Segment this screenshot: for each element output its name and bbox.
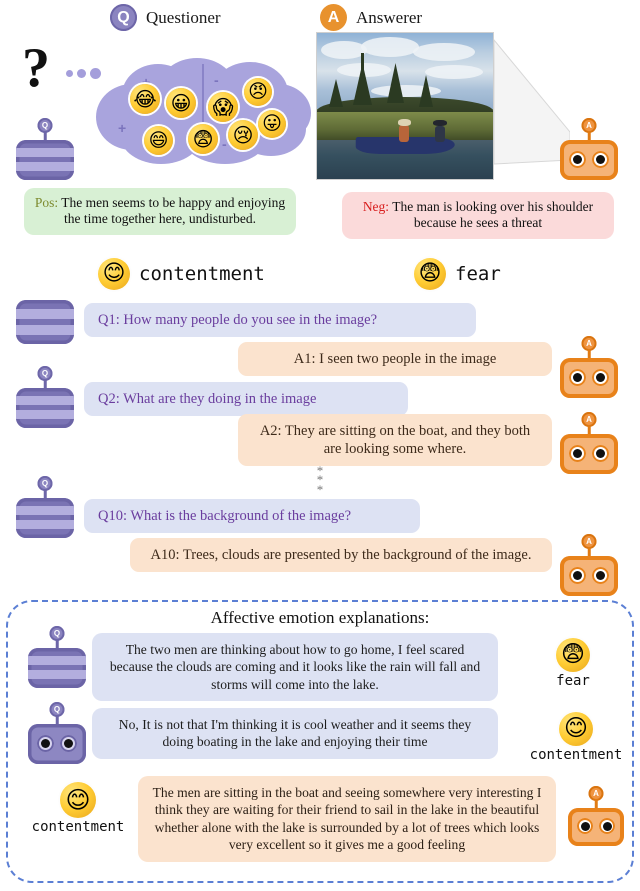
smiling-content-face-icon: 😊 (60, 782, 96, 818)
robot-body (28, 724, 86, 764)
questioner-avatar: Q (16, 366, 74, 428)
questioner-role-label: Questioner (146, 7, 221, 27)
painting-figure-rear (435, 126, 445, 142)
affective-emotion-1: 😨 fear (540, 638, 606, 689)
robot-body (568, 808, 624, 846)
robot-eye (592, 151, 609, 168)
smiling-content-face-icon: 😊 (559, 712, 593, 746)
robot-body (28, 648, 86, 688)
robot-eye (60, 735, 77, 752)
surprised-face-icon: 😨 (188, 124, 218, 154)
robot-body (560, 358, 618, 398)
affective-emotion-1-label: fear (556, 673, 590, 689)
affective-explanation-2: No, It is not that I'm thinking it is co… (92, 708, 498, 759)
angry-face-icon: 😠 (244, 78, 272, 106)
right-emotion-label: 😨 fear (414, 258, 501, 290)
answerer-avatar: A (560, 336, 618, 398)
answerer-avatar: A (560, 534, 618, 596)
robot-eye (577, 818, 593, 834)
robot-body (16, 388, 74, 428)
role-header: Q Questioner A Answerer (0, 2, 640, 32)
negative-sentiment-bubble: Neg: The man is looking over his shoulde… (342, 192, 614, 239)
questioner-badge-icon: Q (110, 4, 137, 31)
robot-body (560, 434, 618, 474)
dialogue-answer-2: A2: They are sitting on the boat, and th… (238, 414, 552, 467)
left-emotion-text: contentment (139, 263, 265, 285)
painting-cloud (425, 65, 483, 79)
painting-cloud (361, 37, 419, 57)
laughing-face-icon: 😂 (130, 84, 160, 114)
dialogue-ellipsis: * * * (316, 463, 324, 497)
negative-sign: - (222, 136, 227, 152)
questioner-avatar: Q (16, 118, 74, 180)
robot-body (560, 556, 618, 596)
emotion-thought-cloud: + + + + - - - - 😂 😀 😄 😨 😱 😠 😛 😢 (96, 58, 311, 166)
dialogue-question-10: Q10: What is the background of the image… (84, 499, 420, 534)
source-image-painting (316, 32, 494, 180)
questioner-avatar: Q (16, 476, 74, 538)
questioner-role-badge: Q Questioner (110, 4, 221, 31)
image-pointer-lines (494, 39, 570, 165)
sad-crying-face-icon: 😢 (228, 120, 258, 150)
affective-emotion-3: 😊 contentment (22, 782, 134, 835)
affective-emotion-2: 😊 contentment (524, 712, 628, 763)
fearful-face-icon: 😨 (414, 258, 446, 290)
robot-eye (592, 567, 609, 584)
answerer-avatar: A (560, 412, 618, 474)
robot-eye (599, 818, 615, 834)
robot-body (16, 300, 74, 344)
questioner-avatar: Q (28, 626, 86, 688)
robot-eye (592, 369, 609, 386)
robot-body (16, 140, 74, 180)
fear-face-icon: 😱 (208, 92, 238, 122)
robot-body (16, 498, 74, 538)
negative-text: The man is looking over his shoulder bec… (389, 199, 594, 231)
affective-explanation-3: The men are sitting in the boat and seei… (138, 776, 556, 862)
smiling-content-face-icon: 😊 (98, 258, 130, 290)
grinning-face-icon: 😄 (144, 126, 173, 155)
answerer-badge-icon: A (320, 4, 347, 31)
right-emotion-text: fear (455, 263, 501, 285)
robot-eye (569, 567, 586, 584)
fearful-face-icon: 😨 (556, 638, 590, 672)
affective-panel-title: Affective emotion explanations: (210, 608, 430, 627)
thought-dot-medium-icon (77, 69, 86, 78)
question-mark-icon: ? (22, 37, 50, 99)
robot-eye (569, 151, 586, 168)
painting-figure-front (399, 125, 409, 142)
answerer-avatar: A (560, 118, 618, 180)
robot-eye (569, 445, 586, 462)
dialogue-answer-10: A10: Trees, clouds are presented by the … (130, 538, 552, 573)
thought-dot-small-icon (66, 70, 73, 77)
positive-sentiment-bubble: Pos: The men seems to be happy and enjoy… (24, 188, 296, 235)
robot-eye (592, 445, 609, 462)
answerer-role-label: Answerer (356, 7, 423, 27)
painting-cloud (413, 43, 475, 61)
positive-tag: Pos: (34, 195, 59, 210)
affective-explanation-1: The two men are thinking about how to go… (92, 633, 498, 702)
painting-hat (398, 119, 411, 126)
dialogue-question-2: Q2: What are they doing in the image (84, 382, 408, 417)
left-emotion-label: 😊 contentment (98, 258, 265, 290)
dialogue-answer-1: A1: I seen two people in the image (238, 342, 552, 377)
negative-tag: Neg: (362, 199, 390, 214)
questioner-avatar (16, 296, 74, 344)
answerer-role-badge: A Answerer (320, 4, 422, 31)
painting-hat (433, 120, 447, 126)
robot-eye (569, 369, 586, 386)
smiling-wide-eyes-icon: 😀 (166, 88, 196, 118)
affective-emotion-2-label: contentment (529, 747, 623, 763)
dialogue-question-1: Q1: How many people do you see in the im… (84, 303, 476, 338)
tongue-out-face-icon: 😛 (258, 110, 286, 138)
answerer-avatar: A (568, 786, 624, 846)
questioner-avatar: Q (28, 702, 86, 764)
positive-sign: + (118, 120, 127, 136)
negative-sign: - (214, 72, 219, 88)
robot-body (560, 140, 618, 180)
painting-cloud (371, 85, 441, 97)
affective-emotion-3-label: contentment (31, 819, 125, 835)
positive-text: The men seems to be happy and enjoying t… (58, 195, 286, 227)
robot-eye (37, 735, 54, 752)
